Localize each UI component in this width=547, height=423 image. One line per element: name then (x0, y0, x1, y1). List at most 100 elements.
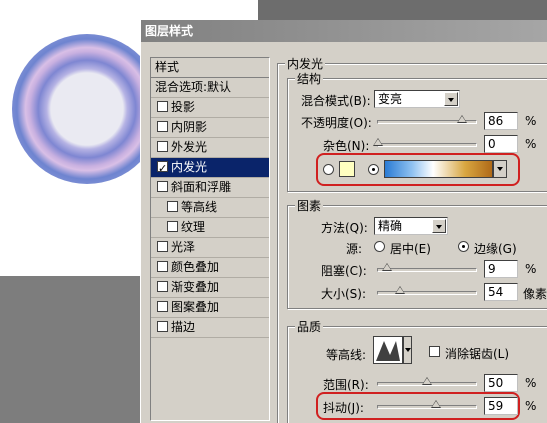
source-center-radio[interactable] (374, 241, 385, 252)
styles-list: 样式 混合选项:默认投影内阴影外发光内发光斜面和浮雕等高线纹理光泽颜色叠加渐变叠… (150, 57, 270, 421)
canvas-white-strip (140, 0, 258, 20)
style-checkbox[interactable] (167, 221, 178, 232)
method-label: 方法(Q): (321, 221, 368, 235)
choke-slider-thumb[interactable] (382, 263, 392, 271)
source-edge-label: 边缘(G) (474, 242, 517, 256)
glow-color-swatch[interactable] (339, 161, 355, 177)
size-unit: 像素 (523, 287, 547, 301)
style-item[interactable]: 内阴影 (151, 118, 269, 138)
canvas-gray-area (0, 276, 140, 423)
style-item-label: 等高线 (181, 200, 218, 214)
glow-gradient-preview[interactable] (384, 160, 493, 178)
contour-curve-icon (376, 341, 400, 361)
style-checkbox[interactable] (157, 321, 168, 332)
style-item-label: 内发光 (171, 160, 208, 174)
style-item-label: 描边 (171, 320, 196, 334)
gradient-dropdown-arrow[interactable] (493, 160, 507, 178)
jitter-input[interactable]: 59 (484, 397, 518, 415)
style-checkbox[interactable] (157, 121, 168, 132)
choke-input[interactable]: 9 (484, 260, 518, 278)
blend-mode-label: 混合模式(B): (301, 94, 371, 108)
anti-alias-checkbox[interactable] (429, 346, 440, 357)
style-checkbox[interactable] (157, 281, 168, 292)
noise-slider[interactable] (373, 138, 477, 147)
blend-mode-select[interactable]: 变亮 (374, 90, 460, 108)
noise-label: 杂色(N): (323, 139, 370, 153)
anti-alias-label: 消除锯齿(L) (445, 347, 510, 361)
style-checkbox[interactable] (157, 241, 168, 252)
jitter-slider[interactable] (377, 400, 477, 409)
style-item[interactable]: 光泽 (151, 238, 269, 258)
jitter-slider-thumb[interactable] (431, 400, 441, 408)
style-checkbox[interactable] (157, 301, 168, 312)
gradient-radio[interactable] (368, 164, 379, 175)
style-item[interactable]: 内发光 (151, 158, 269, 178)
structure-title: 结构 (295, 70, 324, 87)
range-slider-thumb[interactable] (422, 377, 432, 385)
size-label: 大小(S): (321, 287, 367, 301)
style-item-label: 颜色叠加 (171, 260, 220, 274)
style-item-label: 斜面和浮雕 (171, 180, 232, 194)
choke-label: 阻塞(C): (321, 264, 367, 278)
style-item[interactable]: 等高线 (151, 198, 269, 218)
style-item[interactable]: 斜面和浮雕 (151, 178, 269, 198)
blend-mode-value: 变亮 (378, 92, 403, 106)
style-item-label: 图案叠加 (171, 300, 220, 314)
noise-slider-thumb[interactable] (373, 138, 383, 146)
style-item-label: 纹理 (181, 220, 206, 234)
style-item[interactable]: 混合选项:默认 (151, 78, 269, 98)
size-slider-thumb[interactable] (395, 286, 405, 294)
opacity-slider[interactable] (377, 115, 477, 124)
style-item[interactable]: 描边 (151, 318, 269, 338)
size-input[interactable]: 54 (484, 283, 518, 301)
style-item[interactable]: 图案叠加 (151, 298, 269, 318)
opacity-label: 不透明度(O): (301, 116, 372, 130)
style-checkbox[interactable] (157, 261, 168, 272)
method-select[interactable]: 精确 (374, 217, 448, 235)
source-edge-radio[interactable] (458, 241, 469, 252)
opacity-slider-thumb[interactable] (457, 115, 467, 123)
quality-title: 品质 (295, 318, 324, 335)
style-item[interactable]: 渐变叠加 (151, 278, 269, 298)
noise-input[interactable]: 0 (484, 135, 518, 153)
style-item[interactable]: 颜色叠加 (151, 258, 269, 278)
styles-list-header[interactable]: 样式 (151, 58, 269, 78)
style-checkbox[interactable] (157, 101, 168, 112)
style-checkbox[interactable] (157, 141, 168, 152)
solid-color-radio[interactable] (323, 164, 334, 175)
layer-style-dialog: 图层样式 样式 混合选项:默认投影内阴影外发光内发光斜面和浮雕等高线纹理光泽颜色… (140, 20, 547, 423)
style-item-label: 外发光 (171, 140, 208, 154)
contour-dropdown-arrow[interactable] (403, 336, 412, 364)
style-item-label: 混合选项:默认 (155, 80, 232, 94)
source-label: 源: (346, 242, 363, 256)
source-center-label: 居中(E) (390, 242, 431, 256)
canvas-gray-strip (258, 0, 547, 20)
style-item-label: 渐变叠加 (171, 280, 220, 294)
range-input[interactable]: 50 (484, 374, 518, 392)
chevron-down-icon (432, 219, 446, 233)
method-value: 精确 (378, 219, 403, 233)
jitter-unit: % (525, 399, 537, 413)
choke-unit: % (525, 262, 537, 276)
size-slider[interactable] (377, 286, 477, 295)
style-item-label: 投影 (171, 100, 196, 114)
choke-slider[interactable] (377, 263, 477, 272)
opacity-input[interactable]: 86 (484, 112, 518, 130)
style-item[interactable]: 纹理 (151, 218, 269, 238)
style-checkbox[interactable] (167, 201, 178, 212)
dialog-title[interactable]: 图层样式 (141, 20, 547, 42)
range-unit: % (525, 376, 537, 390)
style-item-label: 内阴影 (171, 120, 208, 134)
contour-label: 等高线: (326, 348, 367, 362)
jitter-label: 抖动(J): (323, 401, 364, 415)
style-item-label: 光泽 (171, 240, 196, 254)
style-checkbox[interactable] (157, 181, 168, 192)
contour-preview[interactable] (373, 336, 403, 364)
opacity-unit: % (525, 114, 537, 128)
noise-unit: % (525, 137, 537, 151)
style-item[interactable]: 投影 (151, 98, 269, 118)
range-slider[interactable] (377, 377, 477, 386)
style-checkbox[interactable] (157, 159, 168, 178)
style-item[interactable]: 外发光 (151, 138, 269, 158)
range-label: 范围(R): (323, 378, 369, 392)
